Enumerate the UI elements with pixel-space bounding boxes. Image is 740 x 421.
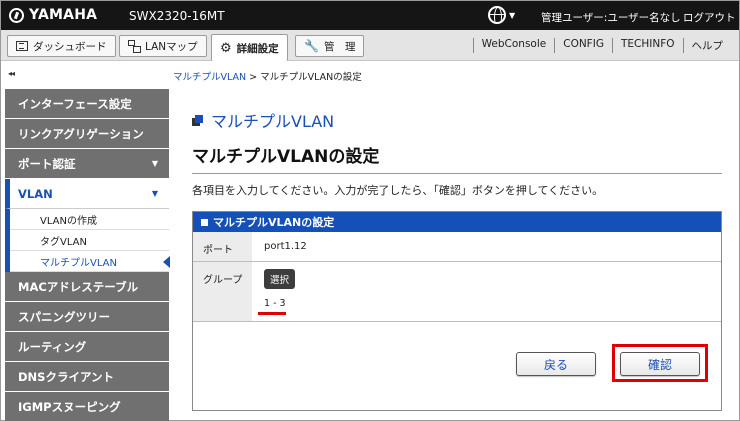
tab-label: LANマップ <box>145 40 198 53</box>
sidebar: ◂◂ インターフェース設定 リンクアグリゲーション ポート認証 ▼ VLAN ▼ V… <box>1 61 170 421</box>
section-icon <box>192 114 203 126</box>
sidebar-item-label: MACアドレステーブル <box>18 279 139 294</box>
globe-icon <box>488 6 506 24</box>
sidebar-item-routing[interactable]: ルーティング <box>5 332 169 362</box>
current-user: 管理ユーザー:ユーザー名なし <box>541 12 681 24</box>
tab-management[interactable]: 🔧 管 理 <box>295 35 365 57</box>
tab-label: 管 理 <box>323 40 356 53</box>
tab-lan-map[interactable]: LANマップ <box>119 35 207 57</box>
sidebar-item-label: インターフェース設定 <box>18 96 132 111</box>
sidebar-item-port-auth[interactable]: ポート認証 ▼ <box>5 149 169 179</box>
sidebar-item-label: リンクアグリゲーション <box>18 126 144 141</box>
language-selector[interactable]: ▼ <box>488 6 515 24</box>
sidebar-item-label: DNSクライアント <box>18 369 114 384</box>
techinfo-link[interactable]: TECHINFO <box>611 38 683 53</box>
breadcrumb-parent-link[interactable]: マルチプルVLAN <box>173 72 246 83</box>
panel-header: マルチプルVLANの設定 <box>193 212 721 232</box>
top-links: WebConsole CONFIG TECHINFO ヘルプ <box>472 38 732 53</box>
page-title: マルチプルVLANの設定 <box>192 147 380 167</box>
sidebar-item-label: ルーティング <box>18 339 87 354</box>
sidebar-item-interface[interactable]: インターフェース設定 <box>5 89 169 119</box>
webconsole-link[interactable]: WebConsole <box>472 38 555 53</box>
chevron-down-icon: ▼ <box>151 159 158 168</box>
main-tab-bar: ダッシュボード LANマップ ⚙ 詳細設定 🔧 管 理 WebConsole C… <box>1 30 739 61</box>
tab-label: ダッシュボード <box>33 40 107 53</box>
section-heading: マルチプルVLAN <box>192 108 334 132</box>
group-value: 1 - 3 <box>264 298 286 309</box>
back-button[interactable]: 戻る <box>516 352 596 376</box>
group-value-underline <box>258 312 286 315</box>
brand-name: YAMAHA <box>29 7 98 23</box>
sidebar-item-label: ポート認証 <box>18 156 76 171</box>
sidebar-menu: インターフェース設定 リンクアグリゲーション ポート認証 ▼ VLAN ▼ VLAN… <box>5 89 170 421</box>
sidebar-item-dns-client[interactable]: DNSクライアント <box>5 362 169 392</box>
sidebar-item-igmp-snooping[interactable]: IGMPスヌーピング <box>5 392 169 421</box>
lan-map-icon <box>128 40 141 53</box>
sidebar-item-spanning-tree[interactable]: スパニングツリー <box>5 302 169 332</box>
help-link[interactable]: ヘルプ <box>682 38 732 53</box>
breadcrumb-current: マルチプルVLANの設定 <box>260 72 362 83</box>
confirm-button[interactable]: 確認 <box>620 352 700 376</box>
sidebar-subitem-tag-vlan[interactable]: タグVLAN <box>10 230 169 251</box>
tab-label: 詳細設定 <box>236 42 279 55</box>
device-model: SWX2320-16MT <box>129 9 225 23</box>
title-divider <box>192 173 722 174</box>
instructions-text: 各項目を入力してください。入力が完了したら、「確認」ボタンを押してください。 <box>192 184 604 197</box>
sidebar-item-mac-table[interactable]: MACアドレステーブル <box>5 272 169 302</box>
chevron-down-icon: ▼ <box>151 189 158 198</box>
chevron-down-icon: ▼ <box>509 10 516 20</box>
sidebar-subitem-multiple-vlan[interactable]: マルチプルVLAN <box>10 251 170 272</box>
config-link[interactable]: CONFIG <box>554 38 612 53</box>
wrench-icon: 🔧 <box>304 39 319 53</box>
breadcrumb: マルチプルVLAN > マルチプルVLANの設定 <box>173 69 362 83</box>
tab-advanced-settings[interactable]: ⚙ 詳細設定 <box>211 34 288 61</box>
section-heading-text: マルチプルVLAN <box>211 112 335 131</box>
panel-title: マルチプルVLANの設定 <box>213 216 335 229</box>
sidebar-item-label: IGMPスヌーピング <box>18 399 121 414</box>
square-bullet-icon <box>201 218 208 226</box>
tab-dashboard[interactable]: ダッシュボード <box>7 35 116 57</box>
sidebar-item-vlan[interactable]: VLAN ▼ <box>5 179 169 209</box>
gear-icon: ⚙ <box>220 40 232 56</box>
logout-link[interactable]: ログアウト <box>683 10 736 25</box>
top-bar: YAMAHA SWX2320-16MT ▼ 管理ユーザー:ユーザー名なし ログア… <box>1 1 739 30</box>
breadcrumb-separator: > <box>246 72 261 83</box>
yamaha-logo-icon <box>9 7 24 23</box>
sidebar-item-label: スパニングツリー <box>18 309 110 324</box>
group-label: グループ <box>193 262 252 321</box>
group-cell: 選択 1 - 3 <box>252 262 721 321</box>
sidebar-subitem-vlan-create[interactable]: VLANの作成 <box>10 209 169 230</box>
port-row: ポート port1.12 <box>193 232 721 262</box>
collapse-sidebar-icon[interactable]: ◂◂ <box>8 69 15 78</box>
select-group-button[interactable]: 選択 <box>264 269 296 289</box>
dashboard-icon <box>16 41 28 51</box>
port-value: port1.12 <box>264 241 307 252</box>
port-label: ポート <box>193 232 252 261</box>
sidebar-item-label: VLAN <box>18 186 53 201</box>
sidebar-item-link-aggregation[interactable]: リンクアグリゲーション <box>5 119 169 149</box>
brand-logo: YAMAHA <box>9 7 97 23</box>
vlan-submenu: VLANの作成 タグVLAN マルチプルVLAN <box>5 209 170 272</box>
